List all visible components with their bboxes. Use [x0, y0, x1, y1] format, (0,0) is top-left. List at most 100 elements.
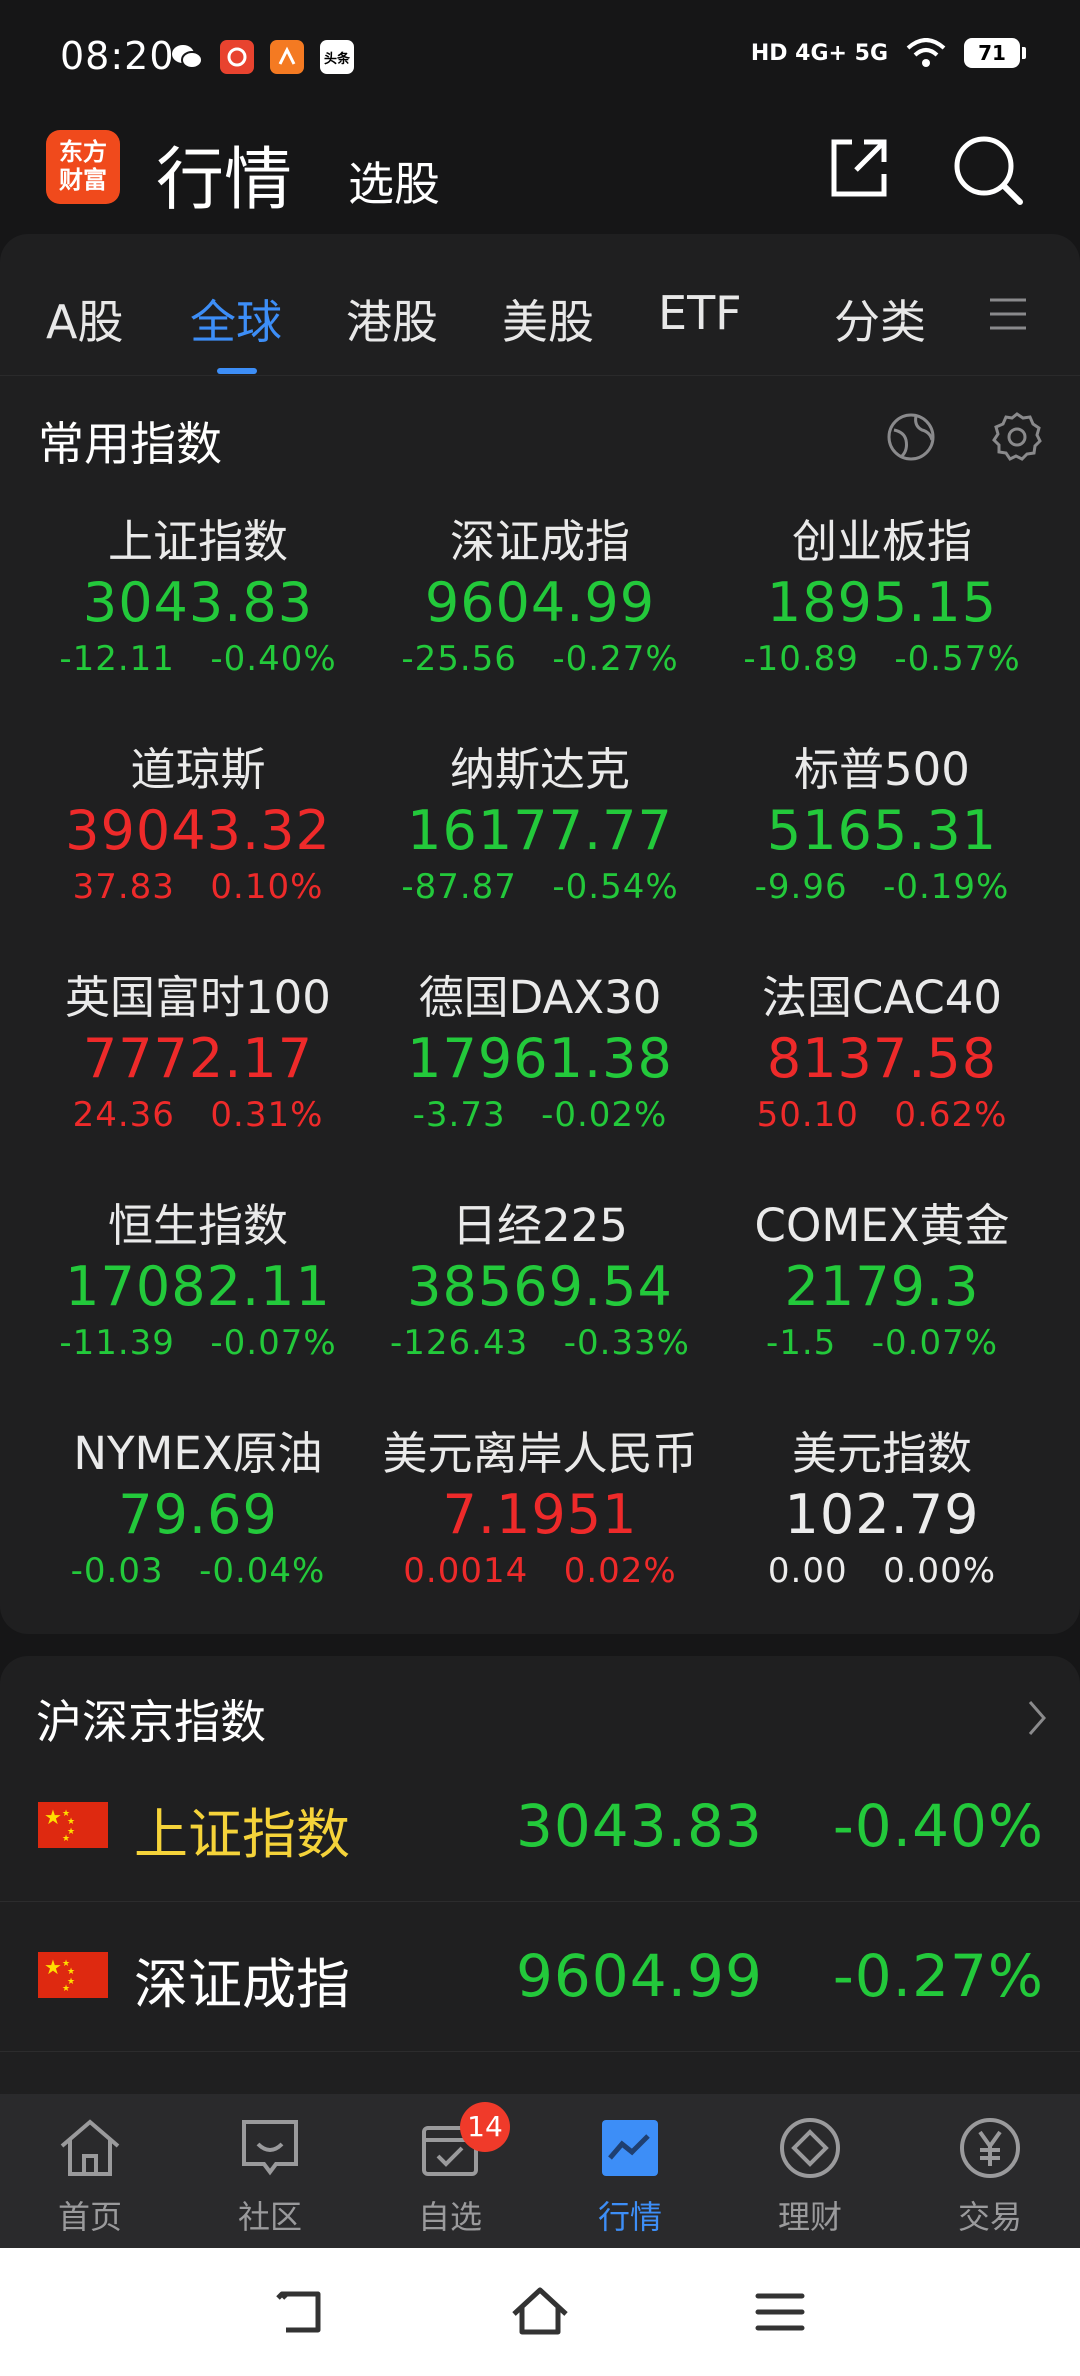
index-change-value: -9.96: [754, 867, 848, 907]
nav-trade[interactable]: 交易: [900, 2094, 1080, 2248]
index-cell[interactable]: COMEX黄金 2179.3 -1.5 -0.07%: [702, 1198, 1062, 1426]
recent-apps-icon[interactable]: [748, 2280, 812, 2344]
search-icon[interactable]: [950, 132, 1026, 208]
gear-icon[interactable]: [990, 410, 1044, 464]
notification-icons: 头条: [170, 40, 354, 74]
menu-icon[interactable]: [988, 296, 1028, 332]
index-change-pct: -0.04%: [199, 1551, 326, 1591]
index-change-value: -10.89: [743, 639, 859, 679]
index-change-pct: -0.54%: [552, 867, 679, 907]
index-change-value: -25.56: [401, 639, 517, 679]
index-name: 美元离岸人民币: [382, 1427, 698, 1480]
nav-wealth[interactable]: 理财: [720, 2094, 900, 2248]
system-nav-bar: [0, 2248, 1080, 2376]
index-change: -10.89 -0.57%: [702, 636, 1062, 682]
wealth-icon: [780, 2118, 840, 2178]
tab-category[interactable]: 分类: [834, 286, 926, 352]
app-screen: 08:20 头条 HD 4G+ 5G 71 东方 财富 行情 选股 A股 全球 …: [0, 0, 1080, 2376]
index-change-value: -3.73: [412, 1095, 506, 1135]
index-change: 37.83 0.10%: [18, 864, 378, 910]
notification-badge: 14: [460, 2102, 510, 2152]
index-cell[interactable]: 深证成指 9604.99 -25.56 -0.27%: [360, 514, 720, 742]
nav-community[interactable]: 社区: [180, 2094, 360, 2248]
tab-a-shares[interactable]: A股: [46, 286, 123, 352]
nav-home[interactable]: 首页: [0, 2094, 180, 2248]
index-price: 79.69: [118, 1483, 278, 1546]
table-row[interactable]: ★ ★ ★ ★ ★ 上证指数 3043.83 -0.40%: [0, 1752, 1080, 1902]
tab-hk-shares[interactable]: 港股: [346, 286, 438, 352]
index-cell[interactable]: 道琼斯 39043.32 37.83 0.10%: [18, 742, 378, 970]
nav-label: 交易: [957, 2198, 1022, 2236]
share-icon[interactable]: [822, 132, 894, 204]
nav-watchlist[interactable]: 14 自选: [360, 2094, 540, 2248]
tab-us-shares[interactable]: 美股: [502, 286, 594, 352]
nav-label: 自选: [417, 2198, 482, 2236]
index-change-pct: 0.00%: [883, 1551, 997, 1591]
index-cell[interactable]: 纳斯达克 16177.77 -87.87 -0.54%: [360, 742, 720, 970]
index-name: 日经225: [452, 1199, 628, 1252]
index-cell[interactable]: 英国富时100 7772.17 24.36 0.31%: [18, 970, 378, 1198]
wechat-icon: [170, 40, 204, 74]
home-button-icon[interactable]: [508, 2280, 572, 2344]
index-cell[interactable]: 美元指数 102.79 0.00 0.00%: [702, 1426, 1062, 1654]
nav-label: 社区: [237, 2198, 302, 2236]
table-row[interactable]: ★ ★ ★ ★ ★ 深证成指 9604.99 -0.27%: [0, 1902, 1080, 2052]
nav-label: 行情: [597, 2198, 662, 2236]
index-cell[interactable]: NYMEX原油 79.69 -0.03 -0.04%: [18, 1426, 378, 1654]
section-title[interactable]: 沪深京指数: [36, 1686, 266, 1752]
row-index-pct: -0.27%: [832, 1942, 1044, 2010]
index-name: 恒生指数: [107, 1199, 288, 1252]
market-chart-icon: [602, 2120, 658, 2176]
app-logo[interactable]: 东方 财富: [46, 130, 120, 204]
chevron-right-icon[interactable]: [1022, 1696, 1052, 1740]
tab-global[interactable]: 全球: [190, 286, 282, 352]
china-flag-icon: ★ ★ ★ ★ ★: [38, 1802, 108, 1848]
index-change: -1.5 -0.07%: [702, 1320, 1062, 1366]
index-name: 英国富时100: [65, 971, 331, 1024]
active-tab-indicator: [217, 368, 257, 374]
index-cell[interactable]: 标普500 5165.31 -9.96 -0.19%: [702, 742, 1062, 970]
bottom-nav: 首页 社区 14 自选 行情 理财 交易: [0, 2094, 1080, 2248]
nav-market[interactable]: 行情: [540, 2094, 720, 2248]
index-change-value: 0.00: [767, 1551, 848, 1591]
back-icon[interactable]: [268, 2280, 332, 2344]
index-price: 3043.83: [82, 571, 314, 634]
index-price: 16177.77: [407, 799, 673, 862]
index-change-pct: 0.10%: [210, 867, 324, 907]
index-change-value: 0.0014: [403, 1551, 529, 1591]
page-title[interactable]: 行情: [156, 124, 292, 223]
index-cell[interactable]: 美元离岸人民币 7.1951 0.0014 0.02%: [360, 1426, 720, 1654]
stock-picker-link[interactable]: 选股: [348, 148, 440, 214]
toutiao-icon: 头条: [320, 40, 354, 74]
index-cell[interactable]: 德国DAX30 17961.38 -3.73 -0.02%: [360, 970, 720, 1198]
index-change-value: -12.11: [59, 639, 175, 679]
index-cell[interactable]: 恒生指数 17082.11 -11.39 -0.07%: [18, 1198, 378, 1426]
row-index-price: 9604.99: [516, 1942, 763, 2010]
index-change: -25.56 -0.27%: [360, 636, 720, 682]
network-indicator: HD 4G+ 5G: [750, 40, 888, 66]
index-change-value: -87.87: [401, 867, 517, 907]
index-name: 纳斯达克: [449, 743, 630, 796]
tab-etf[interactable]: ETF: [658, 286, 742, 340]
index-change: -3.73 -0.02%: [360, 1092, 720, 1138]
index-change-pct: 0.62%: [894, 1095, 1008, 1135]
index-cell[interactable]: 法国CAC40 8137.58 50.10 0.62%: [702, 970, 1062, 1198]
index-price: 39043.32: [65, 799, 331, 862]
index-price: 7.1951: [442, 1483, 638, 1546]
battery-level: 71: [978, 41, 1006, 65]
globe-icon[interactable]: [884, 410, 938, 464]
index-change-value: -0.03: [70, 1551, 164, 1591]
index-cell[interactable]: 上证指数 3043.83 -12.11 -0.40%: [18, 514, 378, 742]
trade-yen-icon: [960, 2118, 1020, 2178]
app-icon: [270, 40, 304, 74]
index-cell[interactable]: 创业板指 1895.15 -10.89 -0.57%: [702, 514, 1062, 742]
logo-text-1: 东方: [59, 138, 107, 166]
index-name: 美元指数: [791, 1427, 972, 1480]
index-name: 道琼斯: [130, 743, 266, 796]
status-bar: 08:20 头条 HD 4G+ 5G 71: [0, 0, 1080, 118]
index-name: 德国DAX30: [418, 971, 662, 1024]
index-price: 17961.38: [407, 1027, 673, 1090]
index-cell[interactable]: 日经225 38569.54 -126.43 -0.33%: [360, 1198, 720, 1426]
status-time: 08:20: [60, 34, 175, 78]
index-change: -126.43 -0.33%: [360, 1320, 720, 1366]
